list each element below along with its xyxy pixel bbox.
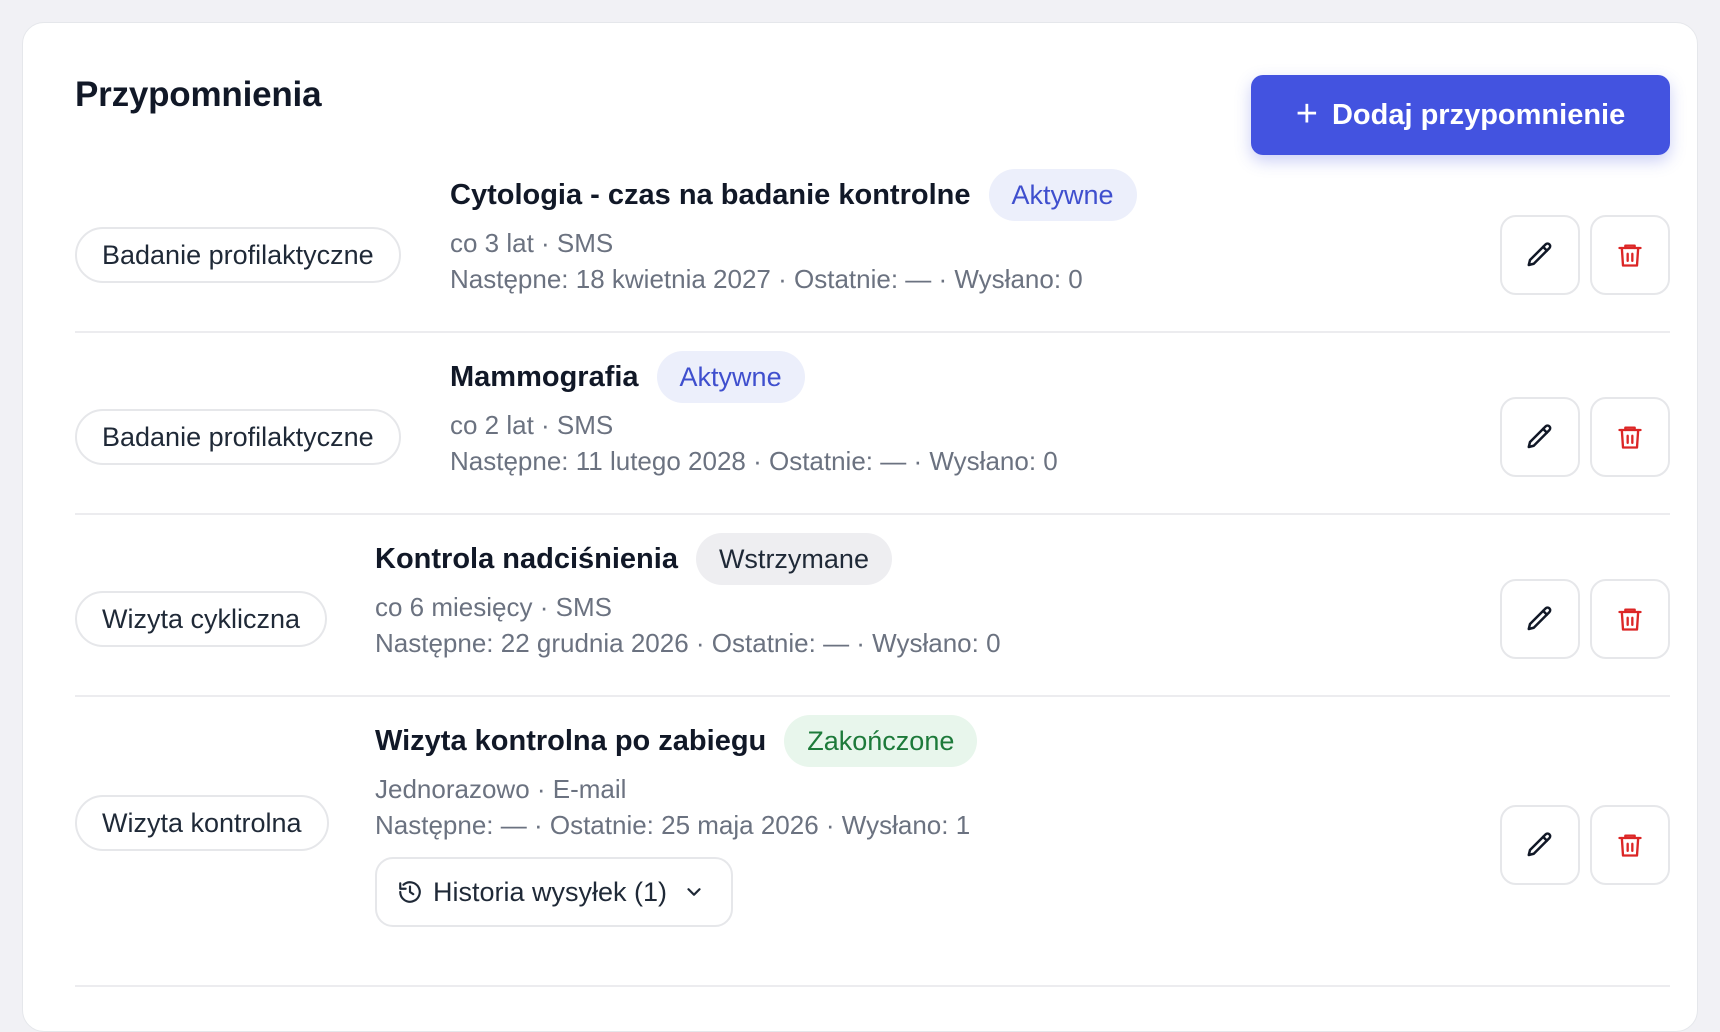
history-label: Historia wysyłek (1): [433, 876, 668, 907]
reminder-frequency: co 2 lat · SMS: [450, 410, 614, 440]
pencil-icon: [1527, 832, 1552, 857]
plus-icon: +: [1295, 92, 1318, 135]
status-badge: Zakończone: [784, 715, 978, 767]
reminder-row: Badanie profilaktyczne Cytologia - czas …: [75, 169, 1670, 333]
reminder-title: Mammografia: [450, 360, 639, 393]
reminders-card: Przypomnienia + Dodaj przypomnienie Bada…: [22, 22, 1698, 1032]
edit-button[interactable]: [1500, 579, 1580, 659]
reminder-row: Wizyta kontrolna Wizyta kontrolna po zab…: [75, 715, 1670, 987]
delete-button[interactable]: [1590, 579, 1670, 659]
history-icon: [399, 881, 421, 903]
reminder-title: Wizyta kontrolna po zabiegu: [375, 724, 767, 757]
reminder-row: Badanie profilaktyczne Mammografia Aktyw…: [75, 351, 1670, 515]
edit-button[interactable]: [1500, 805, 1580, 885]
chevron-down-icon: [687, 888, 701, 896]
reminder-row: Wizyta cykliczna Kontrola nadciśnienia W…: [75, 533, 1670, 697]
category-badge: Wizyta cykliczna: [75, 591, 328, 647]
reminder-frequency: co 3 lat · SMS: [450, 228, 614, 258]
status-badge: Aktywne: [656, 351, 805, 403]
pencil-icon: [1527, 424, 1552, 449]
reminder-title: Cytologia - czas na badanie kontrolne: [450, 178, 971, 211]
page-title: Przypomnienia: [75, 75, 322, 114]
add-reminder-label: Dodaj przypomnienie: [1331, 98, 1626, 131]
delete-button[interactable]: [1590, 215, 1670, 295]
reminder-details: Następne: — · Ostatnie: 25 maja 2026 · W…: [375, 810, 971, 840]
history-toggle-button[interactable]: Historia wysyłek (1): [375, 857, 733, 927]
pencil-icon: [1527, 606, 1552, 631]
status-badge: Wstrzymane: [695, 533, 892, 585]
trash-icon: [1618, 426, 1642, 449]
edit-button[interactable]: [1500, 215, 1580, 295]
reminder-details: Następne: 22 grudnia 2026 · Ostatnie: — …: [375, 628, 1001, 658]
trash-icon: [1618, 608, 1642, 631]
reminder-details: Następne: 18 kwietnia 2027 · Ostatnie: —…: [450, 264, 1083, 294]
edit-button[interactable]: [1500, 397, 1580, 477]
delete-button[interactable]: [1590, 805, 1670, 885]
reminder-details: Następne: 11 lutego 2028 · Ostatnie: — ·…: [450, 446, 1058, 476]
add-reminder-button[interactable]: + Dodaj przypomnienie: [1251, 75, 1670, 155]
category-badge: Badanie profilaktyczne: [75, 409, 401, 465]
delete-button[interactable]: [1590, 397, 1670, 477]
trash-icon: [1618, 244, 1642, 267]
reminder-frequency: Jednorazowo · E-mail: [375, 774, 627, 804]
reminder-frequency: co 6 miesięcy · SMS: [375, 592, 612, 622]
trash-icon: [1618, 834, 1642, 857]
status-badge: Aktywne: [988, 169, 1137, 221]
category-badge: Wizyta kontrolna: [75, 795, 329, 851]
pencil-icon: [1527, 242, 1552, 267]
reminder-title: Kontrola nadciśnienia: [375, 542, 678, 575]
category-badge: Badanie profilaktyczne: [75, 227, 401, 283]
